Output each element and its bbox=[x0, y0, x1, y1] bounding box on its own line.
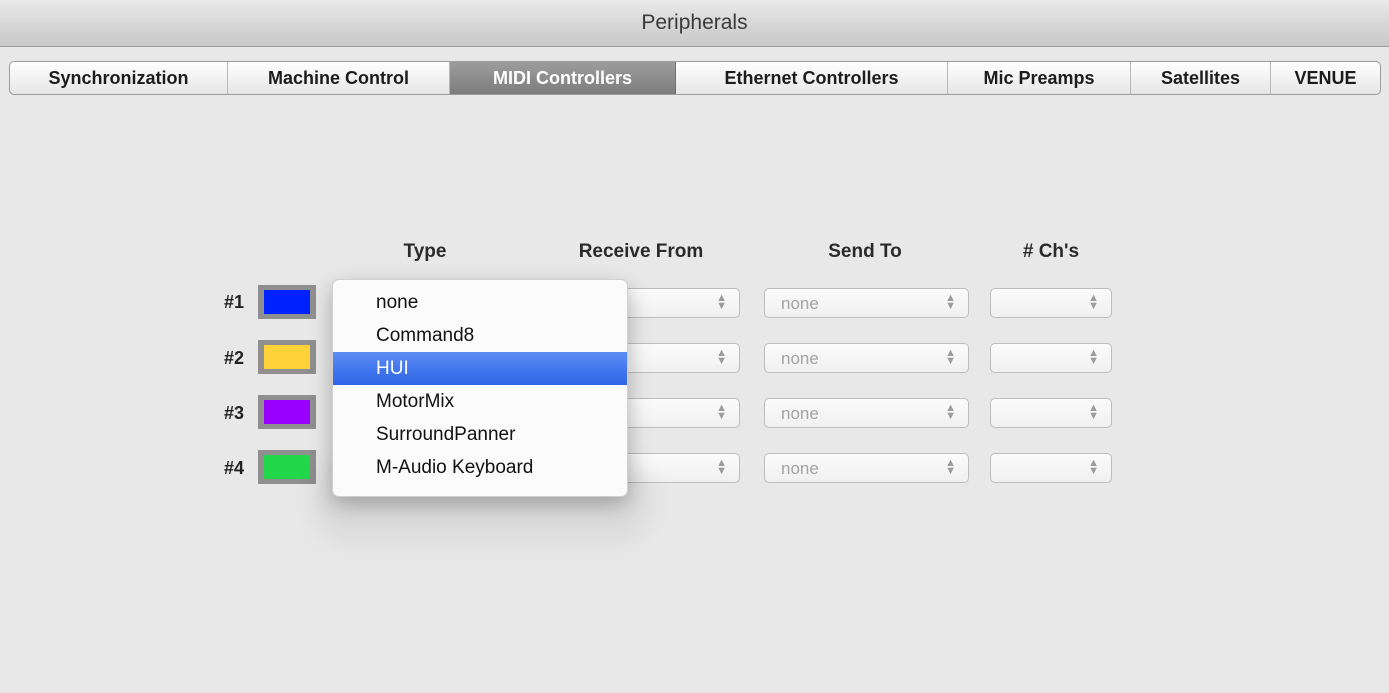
up-down-chevron-icon: ▲ ▼ bbox=[945, 402, 956, 422]
menu-item-hui[interactable]: HUI bbox=[333, 352, 627, 385]
menu-item-m-audio-keyboard[interactable]: M-Audio Keyboard bbox=[333, 451, 627, 484]
controller-color-swatch-3[interactable] bbox=[258, 395, 316, 429]
swatch-fill-4 bbox=[264, 455, 310, 479]
tab-venue[interactable]: VENUE bbox=[1271, 62, 1380, 94]
up-down-chevron-icon: ▲ ▼ bbox=[1088, 457, 1099, 477]
up-down-chevron-icon: ▲ ▼ bbox=[945, 457, 956, 477]
controller-color-swatch-1[interactable] bbox=[258, 285, 316, 319]
menu-item-none[interactable]: none bbox=[333, 286, 627, 319]
up-down-chevron-icon: ▲ ▼ bbox=[945, 292, 956, 312]
controller-label-4: #4 bbox=[223, 458, 244, 478]
up-down-chevron-icon: ▲ ▼ bbox=[716, 347, 727, 367]
send-to-value-3: none bbox=[781, 404, 819, 423]
swatch-fill-1 bbox=[264, 290, 310, 314]
up-down-chevron-icon: ▲ ▼ bbox=[716, 457, 727, 477]
up-down-chevron-icon: ▲ ▼ bbox=[1088, 292, 1099, 312]
tab-mic-preamps[interactable]: Mic Preamps bbox=[948, 62, 1131, 94]
send-to-popup-1[interactable]: none ▲ ▼ bbox=[764, 288, 969, 318]
tab-bar: Synchronization Machine Control MIDI Con… bbox=[9, 61, 1381, 95]
up-down-chevron-icon: ▲ ▼ bbox=[1088, 402, 1099, 422]
controller-label-3: #3 bbox=[223, 403, 244, 423]
channels-popup-3[interactable]: ▲ ▼ bbox=[990, 398, 1112, 428]
send-to-popup-3[interactable]: none ▲ ▼ bbox=[764, 398, 969, 428]
column-header-send-to: Send To bbox=[828, 241, 902, 262]
channels-popup-2[interactable]: ▲ ▼ bbox=[990, 343, 1112, 373]
up-down-chevron-icon: ▲ ▼ bbox=[716, 402, 727, 422]
column-header-receive-from: Receive From bbox=[578, 241, 704, 262]
type-dropdown-menu: none Command8 HUI MotorMix SurroundPanne… bbox=[332, 279, 628, 497]
menu-item-surroundpanner[interactable]: SurroundPanner bbox=[333, 418, 627, 451]
controller-color-swatch-2[interactable] bbox=[258, 340, 316, 374]
window-titlebar: Peripherals bbox=[0, 0, 1389, 47]
tab-ethernet-controllers[interactable]: Ethernet Controllers bbox=[676, 62, 948, 94]
send-to-value-1: none bbox=[781, 294, 819, 313]
window-title: Peripherals bbox=[641, 11, 748, 34]
tab-midi-controllers[interactable]: MIDI Controllers bbox=[450, 62, 676, 94]
up-down-chevron-icon: ▲ ▼ bbox=[1088, 347, 1099, 367]
controller-color-swatch-4[interactable] bbox=[258, 450, 316, 484]
swatch-fill-3 bbox=[264, 400, 310, 424]
send-to-value-2: none bbox=[781, 349, 819, 368]
channels-popup-1[interactable]: ▲ ▼ bbox=[990, 288, 1112, 318]
channels-popup-4[interactable]: ▲ ▼ bbox=[990, 453, 1112, 483]
send-to-value-4: none bbox=[781, 459, 819, 478]
tab-satellites[interactable]: Satellites bbox=[1131, 62, 1271, 94]
column-header-type: Type bbox=[403, 241, 447, 262]
menu-item-motormix[interactable]: MotorMix bbox=[333, 385, 627, 418]
send-to-popup-4[interactable]: none ▲ ▼ bbox=[764, 453, 969, 483]
controller-label-1: #1 bbox=[223, 292, 244, 312]
up-down-chevron-icon: ▲ ▼ bbox=[716, 292, 727, 312]
controller-label-2: #2 bbox=[223, 348, 244, 368]
column-header-channels: # Ch's bbox=[1022, 241, 1080, 262]
swatch-fill-2 bbox=[264, 345, 310, 369]
up-down-chevron-icon: ▲ ▼ bbox=[945, 347, 956, 367]
tab-machine-control[interactable]: Machine Control bbox=[228, 62, 450, 94]
menu-item-command8[interactable]: Command8 bbox=[333, 319, 627, 352]
tab-synchronization[interactable]: Synchronization bbox=[10, 62, 228, 94]
send-to-popup-2[interactable]: none ▲ ▼ bbox=[764, 343, 969, 373]
